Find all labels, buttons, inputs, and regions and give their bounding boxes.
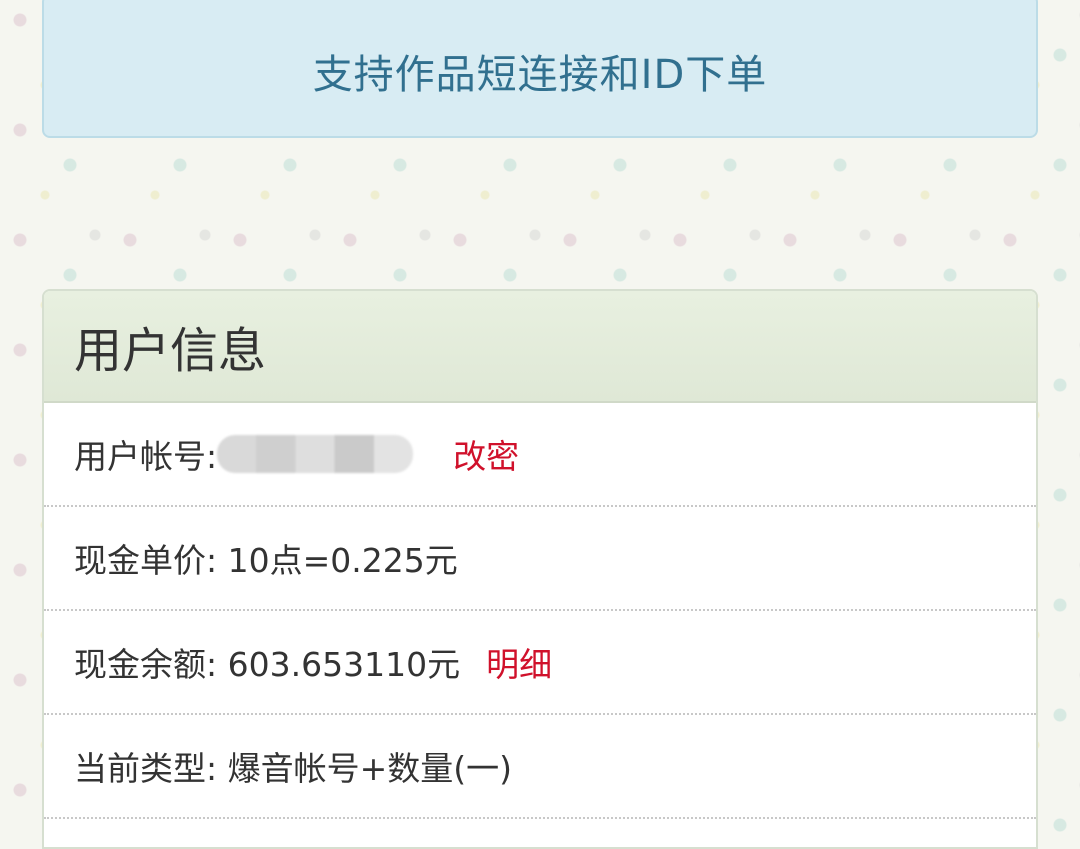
current-type-value: 爆音帐号+数量(一) (217, 749, 513, 788)
notice-text: 支持作品短连接和ID下单 (312, 52, 768, 98)
current-type-label: 当前类型: (74, 749, 218, 788)
unit-price-row: 现金单价: 10点=0.225元 (44, 507, 1036, 611)
panel-title: 用户信息 (74, 323, 267, 379)
masked-account-value (217, 435, 414, 473)
notice-banner: 支持作品短连接和ID下单 (42, 0, 1038, 138)
unit-price-label: 现金单价: (74, 541, 218, 580)
balance-value: 603.653110元 (217, 645, 461, 684)
balance-row: 现金余额: 603.653110元 明细 (44, 611, 1036, 715)
unit-price-value: 10点=0.225元 (217, 541, 458, 580)
current-type-row: 当前类型: 爆音帐号+数量(一) (44, 715, 1036, 819)
account-row: 用户帐号: 改密 (44, 403, 1036, 507)
balance-label: 现金余额: (74, 645, 218, 684)
user-info-panel: 用户信息 用户帐号: 改密 现金单价: 10点=0.225元 现金余额: 603… (42, 289, 1038, 849)
account-label: 用户帐号: (74, 437, 218, 476)
balance-details-link[interactable]: 明细 (486, 638, 552, 686)
panel-heading: 用户信息 (44, 291, 1036, 403)
change-password-link[interactable]: 改密 (453, 430, 519, 478)
